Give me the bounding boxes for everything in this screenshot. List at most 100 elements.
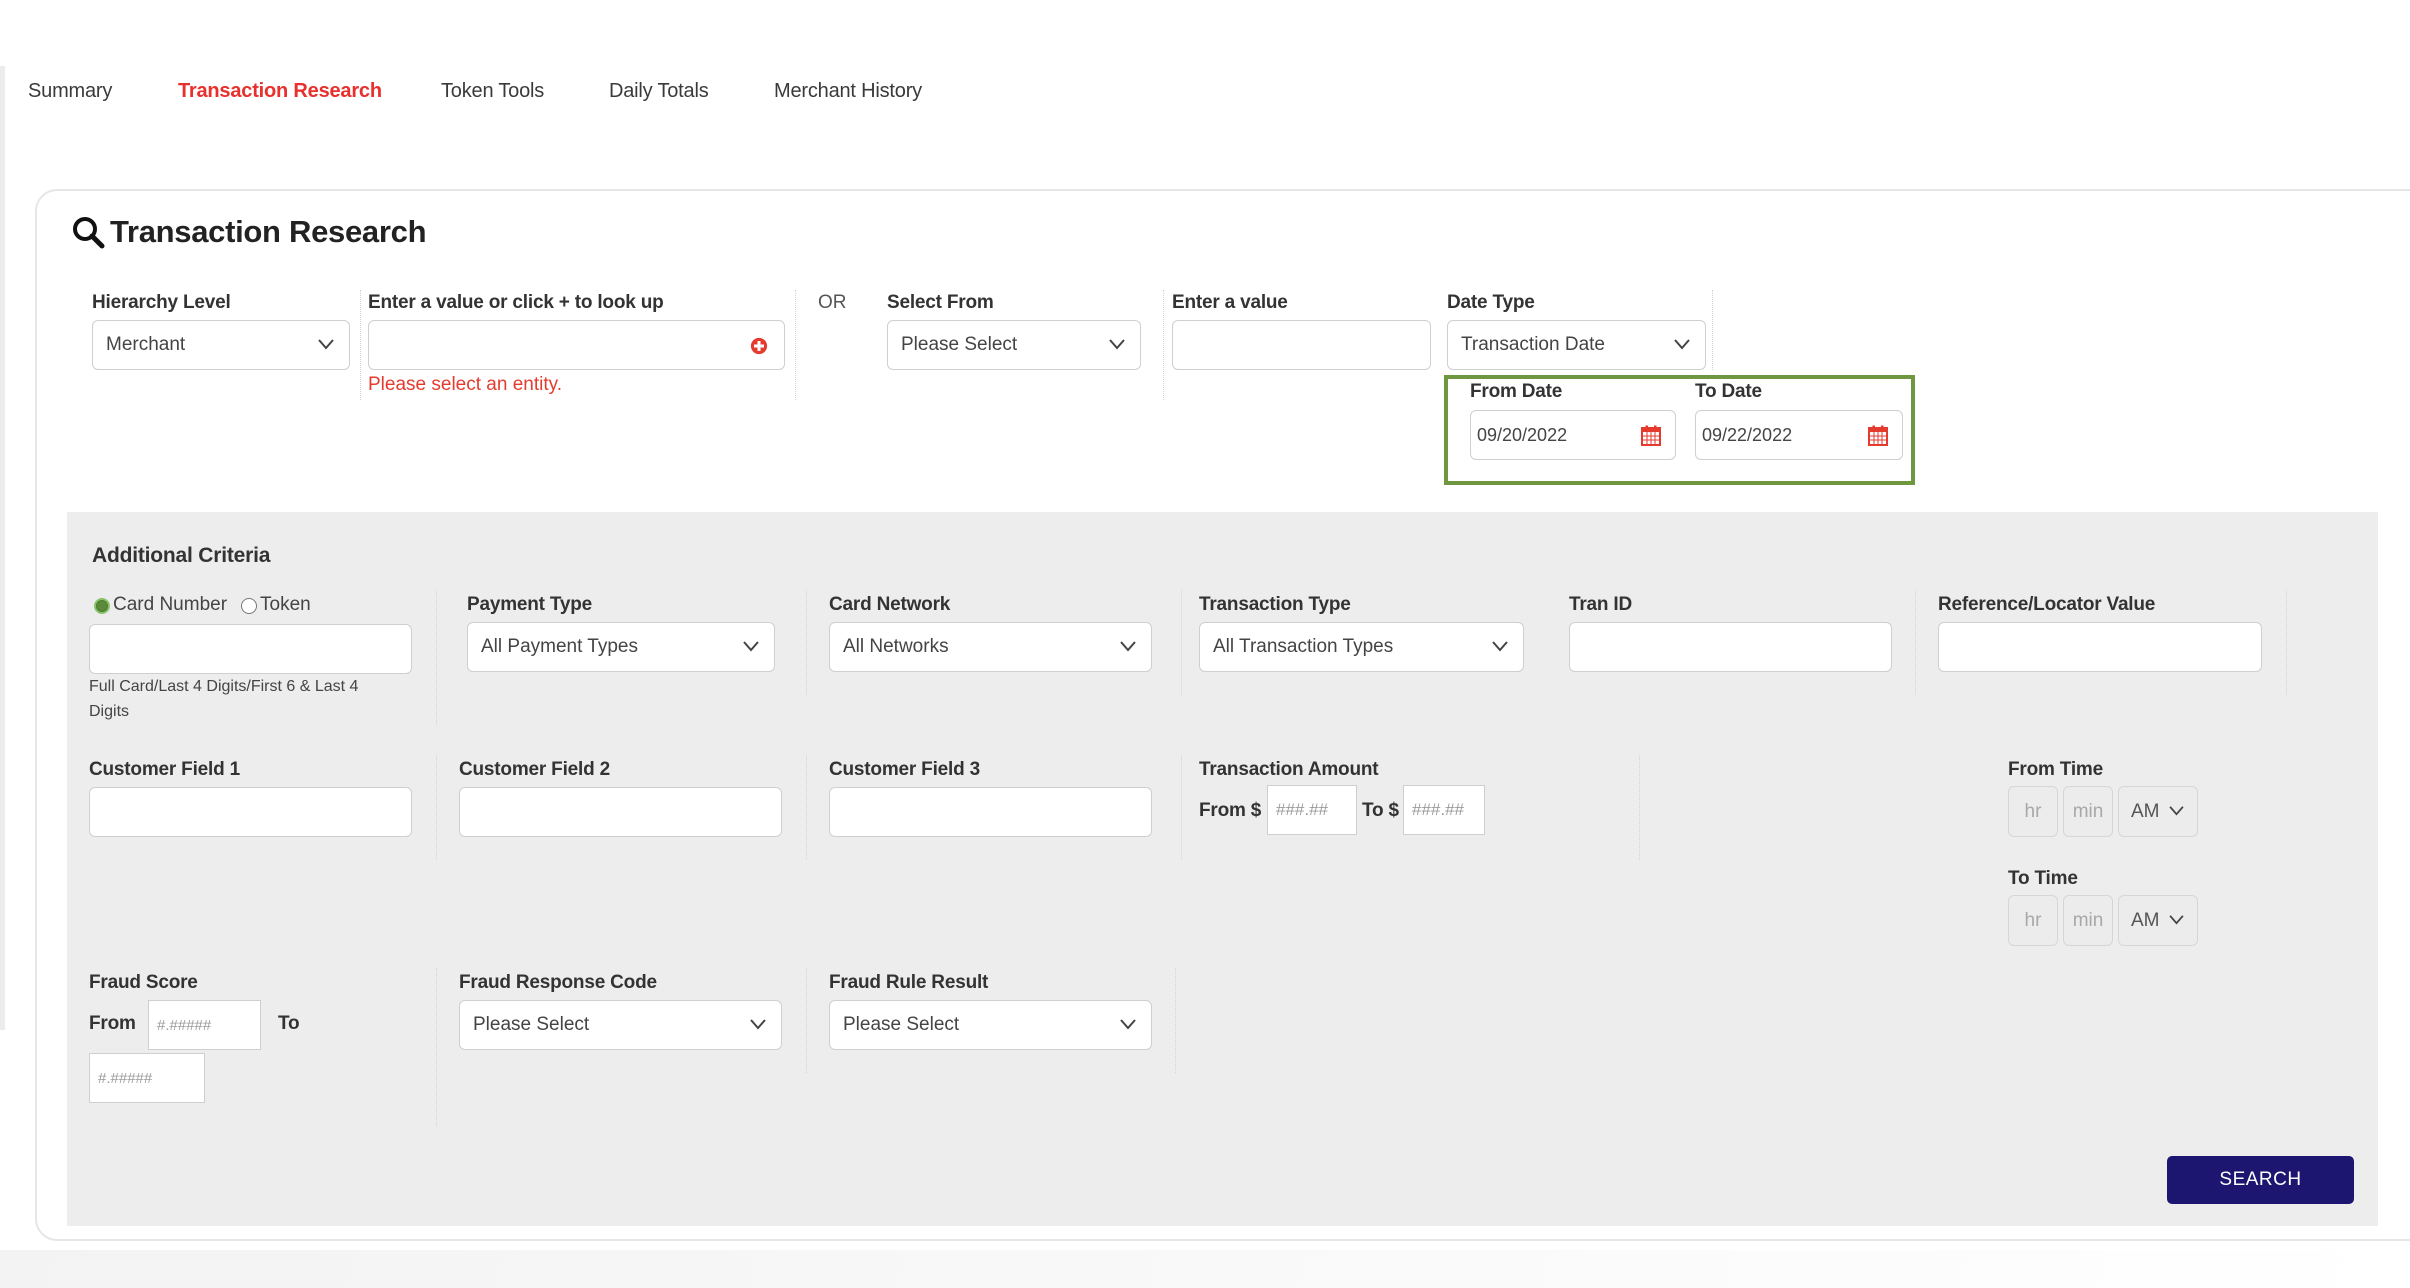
search-icon (73, 217, 105, 249)
tab-token-tools[interactable]: Token Tools (441, 80, 544, 103)
payment-type-value: All Payment Types (481, 636, 639, 657)
divider (1181, 590, 1182, 695)
divider (436, 755, 437, 860)
fraud-rule-value: Please Select (843, 1014, 960, 1035)
fraud-score-to-field (89, 1053, 205, 1103)
calendar-icon[interactable] (1868, 425, 1888, 446)
card-helper-text-2: Digits (89, 703, 130, 720)
transaction-amount-label: Transaction Amount (1199, 759, 1379, 780)
left-edge-strip (0, 66, 5, 1030)
customer-field-3 (829, 787, 1152, 837)
card-number-radio-label: Card Number (113, 594, 228, 615)
chevron-down-icon (1109, 339, 1125, 350)
chevron-down-icon (743, 641, 759, 652)
customer-field-3-label: Customer Field 3 (829, 759, 980, 780)
divider (360, 290, 361, 400)
page-title: Transaction Research (110, 214, 427, 249)
amount-to-label: To $ (1362, 800, 1399, 821)
card-network-label: Card Network (829, 594, 951, 615)
token-radio-label: Token (260, 594, 311, 615)
hierarchy-level-value: Merchant (106, 334, 186, 355)
fraud-rule-label: Fraud Rule Result (829, 972, 989, 993)
amount-from-input[interactable] (1268, 786, 1356, 834)
to-ampm-select[interactable]: AM (2118, 895, 2198, 946)
plus-circle-icon[interactable] (750, 337, 768, 355)
tab-transaction-research[interactable]: Transaction Research (178, 80, 382, 103)
divider (1181, 755, 1182, 860)
date-type-select[interactable]: Transaction Date (1447, 320, 1706, 370)
to-date-label: To Date (1695, 381, 1762, 402)
chevron-down-icon (1120, 1019, 1136, 1030)
from-date-label: From Date (1470, 381, 1563, 402)
entity-lookup-input[interactable] (369, 321, 729, 369)
reference-input[interactable] (1939, 623, 2261, 671)
select-from-select[interactable]: Please Select (887, 320, 1141, 370)
divider (795, 290, 796, 400)
enter-value-input[interactable] (1173, 321, 1430, 369)
from-ampm-select[interactable]: AM (2118, 786, 2198, 837)
to-minute-input[interactable] (2064, 896, 2112, 945)
divider (1639, 755, 1640, 860)
tran-id-field (1569, 622, 1892, 672)
chevron-down-icon (1492, 641, 1508, 652)
hierarchy-level-select[interactable]: Merchant (92, 320, 350, 370)
tab-daily-totals[interactable]: Daily Totals (609, 80, 709, 103)
from-date-input[interactable] (1471, 411, 1631, 459)
from-time-label: From Time (2008, 759, 2103, 780)
from-minute-field (2063, 786, 2113, 837)
search-button[interactable]: SEARCH (2167, 1156, 2354, 1204)
chevron-down-icon (750, 1019, 766, 1030)
fraud-response-label: Fraud Response Code (459, 972, 657, 993)
to-hour-input[interactable] (2009, 896, 2057, 945)
customer-field-1-input[interactable] (90, 788, 411, 836)
from-hour-input[interactable] (2009, 787, 2057, 836)
fraud-score-from-field (148, 1000, 261, 1050)
fraud-response-value: Please Select (473, 1014, 590, 1035)
divider (806, 590, 807, 695)
divider (436, 590, 437, 725)
tran-id-input[interactable] (1570, 623, 1891, 671)
transaction-type-value: All Transaction Types (1213, 636, 1394, 657)
divider (436, 968, 437, 1126)
chevron-down-icon (2169, 806, 2184, 816)
card-helper-text: Full Card/Last 4 Digits/First 6 & Last 4 (89, 678, 359, 695)
amount-to-input[interactable] (1404, 786, 1484, 834)
card-number-field (89, 624, 412, 674)
divider (1712, 290, 1713, 370)
entity-error-message: Please select an entity. (368, 374, 562, 395)
card-network-select[interactable]: All Networks (829, 622, 1152, 672)
entity-lookup-field (368, 320, 785, 370)
fraud-score-from-input[interactable] (149, 1001, 260, 1049)
fraud-rule-select[interactable]: Please Select (829, 1000, 1152, 1050)
date-type-value: Transaction Date (1461, 334, 1605, 355)
from-minute-input[interactable] (2064, 787, 2112, 836)
or-separator: OR (818, 292, 847, 313)
transaction-type-label: Transaction Type (1199, 594, 1351, 615)
to-date-field (1695, 410, 1903, 460)
date-type-label: Date Type (1447, 292, 1535, 313)
calendar-icon[interactable] (1641, 425, 1661, 446)
to-hour-field (2008, 895, 2058, 946)
from-ampm-value: AM (2131, 801, 2160, 822)
transaction-type-select[interactable]: All Transaction Types (1199, 622, 1524, 672)
fraud-score-to-input[interactable] (90, 1054, 204, 1102)
enter-value-field (1172, 320, 1431, 370)
hierarchy-level-label: Hierarchy Level (92, 292, 231, 313)
enter-value-label: Enter a value (1172, 292, 1288, 313)
card-number-radio[interactable] (94, 598, 110, 614)
to-date-input[interactable] (1696, 411, 1856, 459)
amount-from-label: From $ (1199, 800, 1262, 821)
chevron-down-icon (318, 339, 334, 350)
payment-type-select[interactable]: All Payment Types (467, 622, 775, 672)
token-radio[interactable] (241, 598, 257, 614)
tab-summary[interactable]: Summary (28, 80, 112, 103)
divider (1915, 590, 1916, 695)
additional-criteria-heading: Additional Criteria (92, 544, 271, 567)
fraud-response-select[interactable]: Please Select (459, 1000, 782, 1050)
tab-merchant-history[interactable]: Merchant History (774, 80, 922, 103)
card-number-input[interactable] (90, 625, 411, 673)
customer-field-2-input[interactable] (460, 788, 781, 836)
to-minute-field (2063, 895, 2113, 946)
customer-field-3-input[interactable] (830, 788, 1151, 836)
customer-field-1 (89, 787, 412, 837)
